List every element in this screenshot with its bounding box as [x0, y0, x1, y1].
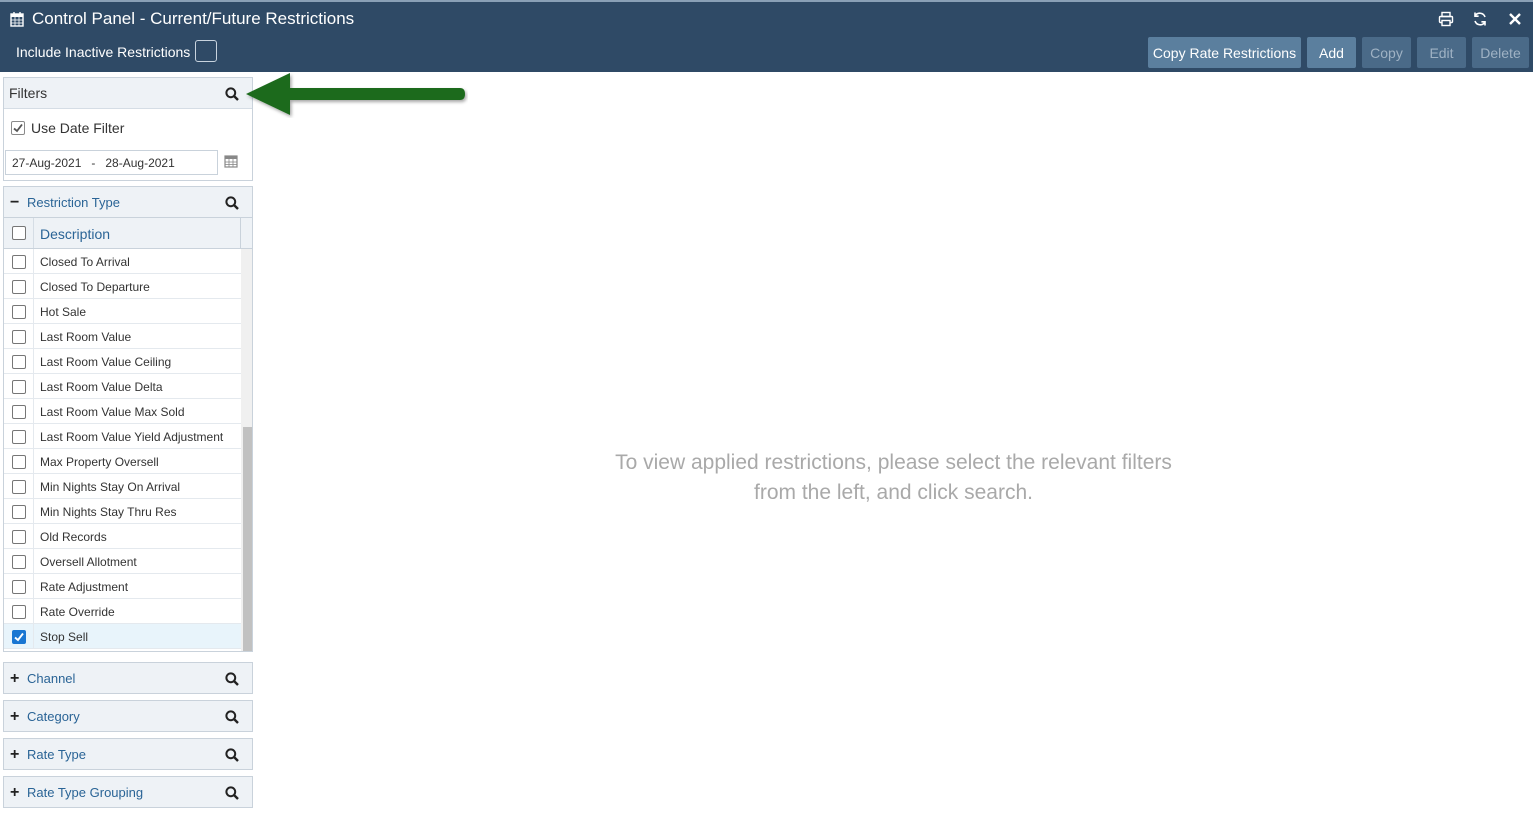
row-checkbox[interactable]	[12, 580, 26, 594]
row-label: Old Records	[40, 530, 107, 544]
row-label: Last Room Value Yield Adjustment	[40, 430, 224, 444]
list-item[interactable]: Closed To Arrival	[4, 249, 241, 274]
expand-icon[interactable]: +	[10, 746, 19, 764]
row-checkbox[interactable]	[12, 355, 26, 369]
row-label: Min Nights Stay Thru Res	[40, 505, 177, 519]
row-checkbox[interactable]	[12, 630, 26, 644]
list-item[interactable]: Last Room Value Delta	[4, 374, 241, 399]
row-label: Closed To Arrival	[40, 255, 130, 269]
row-checkbox[interactable]	[12, 330, 26, 344]
select-all-checkbox[interactable]	[12, 226, 26, 240]
restriction-type-header[interactable]: − Restriction Type	[3, 186, 253, 218]
annotation-arrow-icon	[246, 73, 465, 115]
list-item[interactable]: Hot Sale	[4, 299, 241, 324]
edit-button[interactable]: Edit	[1417, 37, 1466, 68]
row-checkbox[interactable]	[12, 430, 26, 444]
search-icon[interactable]	[225, 748, 239, 762]
list-item[interactable]: Closed To Departure	[4, 274, 241, 299]
copy-rate-restrictions-button[interactable]: Copy Rate Restrictions	[1148, 37, 1301, 68]
row-label: Last Room Value Max Sold	[40, 405, 185, 419]
close-icon[interactable]	[1505, 9, 1525, 29]
row-checkbox[interactable]	[12, 255, 26, 269]
list-item[interactable]: Oversell Allotment	[4, 549, 241, 574]
row-checkbox[interactable]	[12, 505, 26, 519]
row-checkbox[interactable]	[12, 280, 26, 294]
empty-state-line-1: To view applied restrictions, please sel…	[615, 451, 1172, 474]
empty-state-message: To view applied restrictions, please sel…	[560, 448, 1227, 508]
window-title: Control Panel - Current/Future Restricti…	[32, 9, 355, 28]
row-label: Max Property Oversell	[40, 455, 159, 469]
row-label: Rate Override	[40, 605, 115, 619]
row-label: Hot Sale	[40, 305, 87, 319]
filter-accordion-rate-type[interactable]: + Rate Type	[3, 738, 253, 770]
restriction-grid-header: Description	[3, 218, 253, 249]
restriction-type-list: Stop Sell Rate Override Rate Adjustment Ove…	[3, 249, 253, 652]
search-icon[interactable]	[225, 87, 239, 101]
collapse-icon[interactable]: −	[10, 194, 19, 212]
list-item[interactable]: Last Room Value Yield Adjustment	[4, 424, 241, 449]
expand-icon[interactable]: +	[10, 670, 19, 688]
row-checkbox[interactable]	[12, 380, 26, 394]
row-checkbox[interactable]	[12, 530, 26, 544]
filter-accordion-category[interactable]: + Category	[3, 700, 253, 732]
title-bar-accent	[0, 0, 1533, 2]
delete-button[interactable]: Delete	[1472, 37, 1529, 68]
expand-icon[interactable]: +	[10, 708, 19, 726]
row-label: Last Room Value Ceiling	[40, 355, 172, 369]
restriction-type-label: Restriction Type	[27, 195, 120, 210]
add-button[interactable]: Add	[1307, 37, 1356, 68]
filter-accordion-channel[interactable]: + Channel	[3, 662, 253, 694]
list-item[interactable]: Last Room Value Max Sold	[4, 399, 241, 424]
accordion-label: Rate Type Grouping	[27, 785, 144, 800]
include-inactive-label: Include Inactive Restrictions	[16, 44, 191, 60]
row-checkbox[interactable]	[12, 455, 26, 469]
copy-button[interactable]: Copy	[1362, 37, 1411, 68]
search-icon[interactable]	[225, 786, 239, 800]
search-icon[interactable]	[225, 672, 239, 686]
row-checkbox[interactable]	[12, 605, 26, 619]
row-checkbox[interactable]	[12, 480, 26, 494]
search-icon[interactable]	[225, 710, 239, 724]
row-checkbox[interactable]	[12, 405, 26, 419]
list-item[interactable]: Rate Adjustment	[4, 574, 241, 599]
list-item[interactable]: Max Property Oversell	[4, 449, 241, 474]
list-item[interactable]: Last Room Value	[4, 324, 241, 349]
list-item[interactable]: Min Nights Stay On Arrival	[4, 474, 241, 499]
list-item[interactable]: Last Room Value Ceiling	[4, 349, 241, 374]
date-range-input[interactable]: 27-Aug-2021 - 28-Aug-2021	[5, 150, 218, 175]
row-label: Min Nights Stay On Arrival	[40, 480, 181, 494]
row-label: Closed To Departure	[40, 280, 150, 294]
empty-state-line-2: from the left, and click search.	[754, 481, 1033, 504]
calendar-picker-icon[interactable]	[224, 154, 238, 168]
filters-title: Filters	[9, 85, 48, 101]
accordion-label: Rate Type	[27, 747, 87, 762]
use-date-filter-checkbox[interactable]	[11, 121, 25, 135]
include-inactive-checkbox[interactable]	[195, 40, 217, 62]
row-label: Last Room Value Delta	[40, 380, 163, 394]
row-label: Last Room Value	[40, 330, 132, 344]
expand-icon[interactable]: +	[10, 784, 19, 802]
print-icon[interactable]	[1436, 9, 1456, 29]
accordion-label: Category	[27, 709, 80, 724]
accordion-label: Channel	[27, 671, 76, 686]
row-label: Oversell Allotment	[40, 555, 137, 569]
row-label: Stop Sell	[40, 630, 89, 644]
list-item[interactable]: Old Records	[4, 524, 241, 549]
list-item[interactable]: Rate Override	[4, 599, 241, 624]
list-item[interactable]: Min Nights Stay Thru Res	[4, 499, 241, 524]
scrollbar-thumb[interactable]	[243, 427, 252, 651]
use-date-filter-label: Use Date Filter	[31, 120, 125, 136]
filter-accordion-rate-type-grouping[interactable]: + Rate Type Grouping	[3, 776, 253, 808]
filters-header: Filters	[4, 78, 252, 109]
list-item[interactable]: Stop Sell	[4, 624, 241, 649]
refresh-icon[interactable]	[1470, 9, 1490, 29]
row-label: Rate Adjustment	[40, 580, 129, 594]
row-checkbox[interactable]	[12, 555, 26, 569]
calendar-icon	[10, 12, 24, 27]
description-column-header[interactable]: Description	[40, 226, 110, 242]
title-bar: Control Panel - Current/Future Restricti…	[0, 0, 1533, 72]
row-checkbox[interactable]	[12, 305, 26, 319]
search-icon[interactable]	[225, 196, 239, 210]
